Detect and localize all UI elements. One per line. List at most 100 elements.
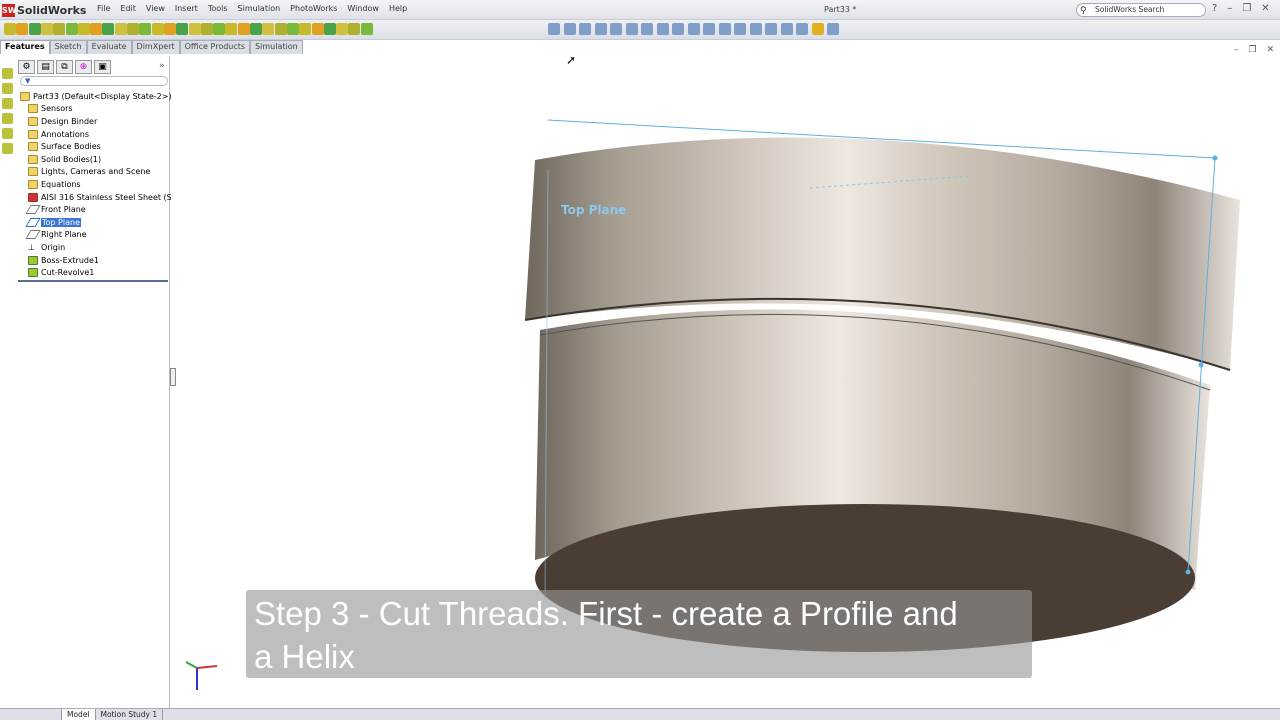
toolbar-button-icon[interactable] xyxy=(323,23,336,35)
task-icon[interactable] xyxy=(2,113,13,124)
view-toolbar-button-icon[interactable] xyxy=(796,23,808,35)
tree-root[interactable]: Part33 (Default<Display State-2>) xyxy=(20,90,172,103)
menu-tools[interactable]: Tools xyxy=(203,4,233,13)
menu-file[interactable]: File xyxy=(92,4,115,13)
expand-panel-icon[interactable]: » xyxy=(159,61,165,71)
view-toolbar-button-icon[interactable] xyxy=(749,23,762,35)
doc-minimize-icon[interactable]: – xyxy=(1234,45,1239,55)
tree-item-origin[interactable]: ⊥ Origin xyxy=(20,241,170,254)
toolbar-button-icon[interactable] xyxy=(176,23,189,35)
toolbar-button-icon[interactable] xyxy=(139,23,152,35)
help-icon[interactable]: ? xyxy=(1212,3,1217,14)
doc-close-icon[interactable]: ✕ xyxy=(1267,45,1275,55)
view-toolbar-button-icon[interactable] xyxy=(579,23,591,35)
tree-item-design-binder[interactable]: Design Binder xyxy=(20,115,170,128)
tab-office-products[interactable]: Office Products xyxy=(179,40,251,54)
toolbar-button-icon[interactable] xyxy=(360,23,373,35)
tree-item-solid-bodies[interactable]: Solid Bodies(1) xyxy=(20,153,170,166)
view-toolbar-button-icon[interactable] xyxy=(641,23,653,35)
view-toolbar-button-icon[interactable] xyxy=(594,23,607,35)
tree-item-right-plane[interactable]: Right Plane xyxy=(20,229,170,242)
view-toolbar-button-icon[interactable] xyxy=(548,23,560,35)
toolbar-button-icon[interactable] xyxy=(250,23,262,35)
view-toolbar-button-icon[interactable] xyxy=(765,23,777,35)
toolbar-button-icon[interactable] xyxy=(262,23,275,35)
toolbar-button-icon[interactable] xyxy=(286,23,299,35)
task-icon[interactable] xyxy=(2,83,13,94)
task-icon[interactable] xyxy=(2,128,13,139)
app-logo[interactable]: SW SolidWorks xyxy=(2,2,86,18)
toolbar-button-icon[interactable] xyxy=(188,23,201,35)
toolbar-button-icon[interactable] xyxy=(299,23,312,35)
tree-item-front-plane[interactable]: Front Plane xyxy=(20,203,170,216)
task-icon[interactable] xyxy=(2,68,13,79)
toolbar-button-icon[interactable] xyxy=(163,23,176,35)
scroll-buttons[interactable] xyxy=(0,709,62,720)
search-input[interactable]: ⚲ SolidWorks Search xyxy=(1076,3,1206,17)
view-toolbar-button-icon[interactable] xyxy=(610,23,622,35)
view-toolbar-button-icon[interactable] xyxy=(672,23,684,35)
close-icon[interactable]: ✕ xyxy=(1261,3,1269,14)
toolbar-button-icon[interactable] xyxy=(237,23,250,35)
tab-features[interactable]: Features xyxy=(0,40,50,54)
feature-manager-tab-icon[interactable]: ⚙ xyxy=(18,60,35,74)
task-icon[interactable] xyxy=(2,143,13,154)
tree-item-equations[interactable]: Equations xyxy=(20,178,170,191)
menu-view[interactable]: View xyxy=(141,4,170,13)
tab-motion-study-1[interactable]: Motion Study 1 xyxy=(96,709,164,720)
dimxpert-manager-tab-icon[interactable]: ⊕ xyxy=(75,60,92,74)
view-toolbar-button-icon[interactable] xyxy=(687,23,700,35)
tree-item-top-plane[interactable]: Top Plane xyxy=(20,216,170,229)
tab-dimxpert[interactable]: DimXpert xyxy=(131,40,180,54)
toolbar-button-icon[interactable] xyxy=(213,23,226,35)
toolbar-button-icon[interactable] xyxy=(336,23,349,35)
view-toolbar-button-icon[interactable] xyxy=(703,23,715,35)
toolbar-button-icon[interactable] xyxy=(16,23,29,35)
tab-sketch[interactable]: Sketch xyxy=(49,40,87,54)
rollback-bar[interactable] xyxy=(18,280,168,282)
tree-item-lights[interactable]: Lights, Cameras and Scene xyxy=(20,166,170,179)
configuration-manager-tab-icon[interactable]: ⧉ xyxy=(56,60,73,74)
property-manager-tab-icon[interactable]: ▤ xyxy=(37,60,54,74)
tab-model[interactable]: Model xyxy=(62,709,96,720)
menu-photoworks[interactable]: PhotoWorks xyxy=(285,4,342,13)
restore-icon[interactable]: ❐ xyxy=(1242,3,1251,14)
toolbar-button-icon[interactable] xyxy=(4,23,16,35)
tree-item-cut-revolve1[interactable]: Cut-Revolve1 xyxy=(20,266,170,279)
menu-simulation[interactable]: Simulation xyxy=(233,4,286,13)
view-toolbar-button-icon[interactable] xyxy=(625,23,638,35)
panel-splitter[interactable] xyxy=(170,368,176,386)
menu-insert[interactable]: Insert xyxy=(170,4,203,13)
view-toolbar-button-icon[interactable] xyxy=(811,23,824,35)
tab-simulation[interactable]: Simulation xyxy=(250,40,303,54)
view-toolbar-button-icon[interactable] xyxy=(827,23,839,35)
toolbar-button-icon[interactable] xyxy=(274,23,287,35)
view-toolbar-button-icon[interactable] xyxy=(780,23,793,35)
tree-item-material[interactable]: AISI 316 Stainless Steel Sheet (SS) xyxy=(20,191,180,204)
toolbar-button-icon[interactable] xyxy=(225,23,238,35)
toolbar-button-icon[interactable] xyxy=(311,23,324,35)
doc-restore-icon[interactable]: ❐ xyxy=(1249,45,1257,55)
minimize-icon[interactable]: – xyxy=(1227,3,1232,14)
view-toolbar-button-icon[interactable] xyxy=(734,23,746,35)
toolbar-button-icon[interactable] xyxy=(28,23,41,35)
task-icon[interactable] xyxy=(2,98,13,109)
display-manager-tab-icon[interactable]: ▣ xyxy=(94,60,111,74)
toolbar-button-icon[interactable] xyxy=(200,23,213,35)
tree-item-boss-extrude1[interactable]: Boss-Extrude1 xyxy=(20,254,170,267)
tab-evaluate[interactable]: Evaluate xyxy=(86,40,132,54)
view-toolbar-button-icon[interactable] xyxy=(656,23,669,35)
menu-edit[interactable]: Edit xyxy=(115,4,141,13)
toolbar-button-icon[interactable] xyxy=(77,23,90,35)
menu-window[interactable]: Window xyxy=(342,4,384,13)
toolbar-button-icon[interactable] xyxy=(65,23,78,35)
view-toolbar-button-icon[interactable] xyxy=(563,23,576,35)
tree-filter-input[interactable]: ▼ xyxy=(20,76,168,86)
toolbar-button-icon[interactable] xyxy=(114,23,127,35)
toolbar-button-icon[interactable] xyxy=(40,23,53,35)
view-toolbar-button-icon[interactable] xyxy=(718,23,731,35)
toolbar-button-icon[interactable] xyxy=(102,23,115,35)
menu-help[interactable]: Help xyxy=(384,4,412,13)
toolbar-button-icon[interactable] xyxy=(348,23,361,35)
tree-item-surface-bodies[interactable]: Surface Bodies xyxy=(20,140,170,153)
